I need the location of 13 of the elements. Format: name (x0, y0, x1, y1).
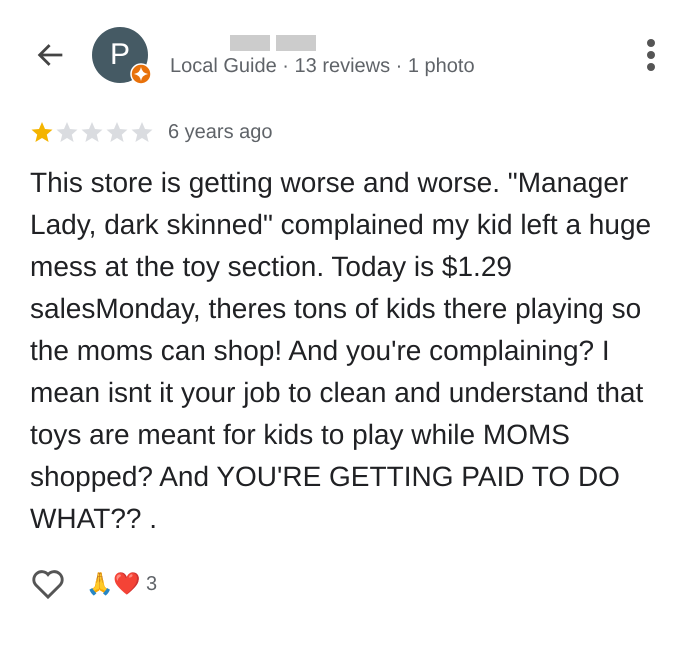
star-icon (130, 120, 154, 144)
avatar-letter: P (110, 38, 130, 72)
reaction-count: 3 (146, 572, 158, 596)
star-icon (105, 120, 129, 144)
reaction-emoji: 🙏❤ (86, 571, 140, 597)
review-text: This store is getting worse and worse. "Manager Lady, dark skinned" complained my kid left a huge mess at the toy section. Today is $1.29 salesMonday, theres tons of kids there playing so the moms can shop! And you're complaining? I mean isnt it your job to clean and understand that toys are meant for kids to play while MOMS shopped? And YOU'RE GETTING PAID TO DO WHAT?? . (30, 166, 652, 536)
reviewer-details: Local Guide · 13 reviews · 1 photo (170, 54, 476, 78)
more-options-icon[interactable] (646, 38, 656, 72)
heart-icon[interactable] (30, 568, 66, 600)
star-icon (55, 120, 79, 144)
review-time: 6 years ago (168, 120, 273, 144)
star-icon (30, 120, 54, 144)
star-icon (80, 120, 104, 144)
